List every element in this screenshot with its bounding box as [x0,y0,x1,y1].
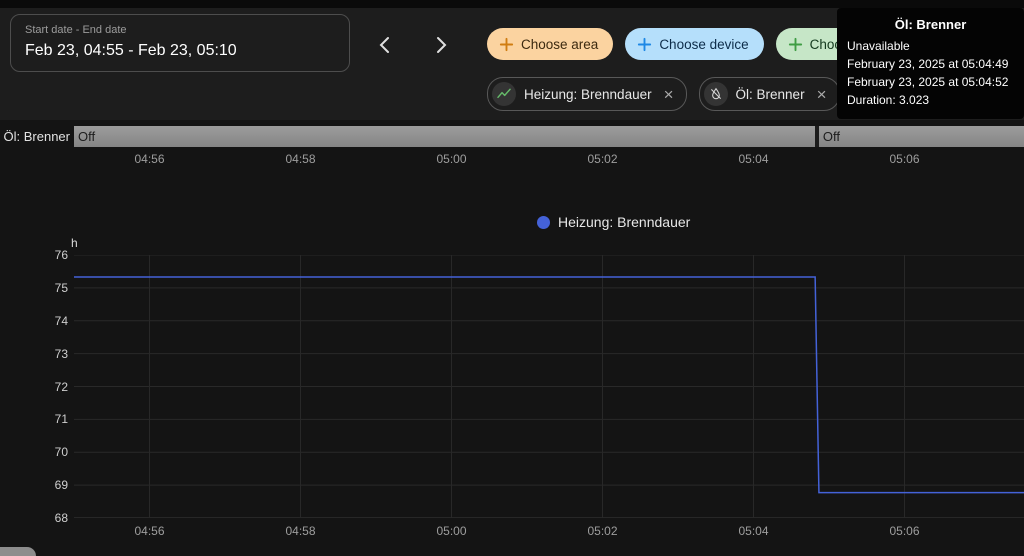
tooltip-title: Öl: Brenner [894,17,967,32]
plus-icon [787,36,804,53]
series-line [74,276,1024,494]
x-tick-label: 05:02 [587,152,618,166]
remove-filter-icon[interactable]: × [660,86,678,103]
timeline-axis: 04:56 04:58 05:00 05:02 05:04 05:06 [0,152,1024,168]
chart-x-axis: 04:56 04:58 05:00 05:02 05:04 05:06 [0,524,1024,540]
timeline-segment-off[interactable]: Off [818,126,1024,147]
remove-filter-icon[interactable]: × [813,86,831,103]
legend-label: Heizung: Brenndauer [558,214,691,230]
y-axis-unit: h [71,236,78,250]
timeline-segment-state-label: Off [822,129,841,144]
x-tick-label: 05:06 [889,152,920,166]
y-tick-label: 70 [54,445,68,460]
state-tooltip: Öl: Brenner Unavailable February 23, 202… [837,8,1024,119]
next-period-button[interactable] [421,26,461,66]
chart-legend[interactable]: Heizung: Brenndauer [537,214,690,230]
x-tick-label: 05:04 [738,524,769,538]
scrollbar-thumb[interactable] [0,547,36,556]
x-tick-label: 04:58 [285,152,316,166]
y-tick-label: 71 [54,412,68,427]
choose-device-label: Choose device [659,36,749,52]
top-edge [0,0,1024,8]
timeline-bar[interactable]: Off Off [74,126,1024,147]
x-tick-label: 04:56 [134,152,165,166]
timeline-row-label: Öl: Brenner [3,129,70,144]
date-range-picker[interactable]: Start date - End date Feb 23, 04:55 - Fe… [10,14,350,72]
x-tick-label: 04:58 [285,524,316,538]
choose-area-label: Choose area [521,36,599,52]
timeline-segment-state-label: Off [78,129,96,144]
active-filter-row: Heizung: Brenndauer × Öl: Brenner × [487,77,840,111]
plot-area[interactable] [74,255,1024,518]
x-tick-label: 05:00 [436,524,467,538]
chevron-left-icon [373,33,397,60]
y-tick-label: 76 [54,248,68,262]
prev-period-button[interactable] [365,26,405,66]
date-range-value: Feb 23, 04:55 - Feb 23, 05:10 [25,42,237,59]
date-range-label: Start date - End date [25,24,127,36]
x-tick-label: 05:02 [587,524,618,538]
y-tick-label: 75 [54,280,68,295]
filter-chip-heizung-brenndauer[interactable]: Heizung: Brenndauer × [487,77,687,111]
tooltip-duration: Duration: 3.023 [847,93,930,107]
history-page: Start date - End date Feb 23, 04:55 - Fe… [0,0,1024,556]
water-off-icon [703,82,728,106]
chart-line-icon [492,82,516,106]
y-tick-label: 72 [54,379,68,394]
x-tick-label: 05:06 [889,524,920,538]
chevron-right-icon [429,33,453,60]
choose-device-button[interactable]: Choose device [625,28,764,60]
x-tick-label: 05:04 [738,152,769,166]
x-tick-label: 04:56 [134,524,165,538]
plus-icon [636,36,653,53]
tooltip-start-time: February 23, 2025 at 05:04:49 [847,57,1009,71]
y-tick-label: 69 [54,478,68,493]
y-tick-label: 74 [54,313,68,328]
legend-dot-icon [537,215,550,229]
x-tick-label: 05:00 [436,152,467,166]
choose-area-button[interactable]: Choose area [487,28,614,60]
filter-chip-label: Öl: Brenner [735,86,805,102]
timeline-segment-off[interactable]: Off [74,126,816,147]
filter-chip-oel-brenner[interactable]: Öl: Brenner × [698,77,840,111]
y-tick-label: 73 [54,346,68,361]
chart-canvas [74,255,1024,518]
tooltip-state: Unavailable [847,39,910,53]
plus-icon [498,36,515,53]
tooltip-end-time: February 23, 2025 at 05:04:52 [847,75,1009,89]
filter-chip-label: Heizung: Brenndauer [524,86,652,102]
